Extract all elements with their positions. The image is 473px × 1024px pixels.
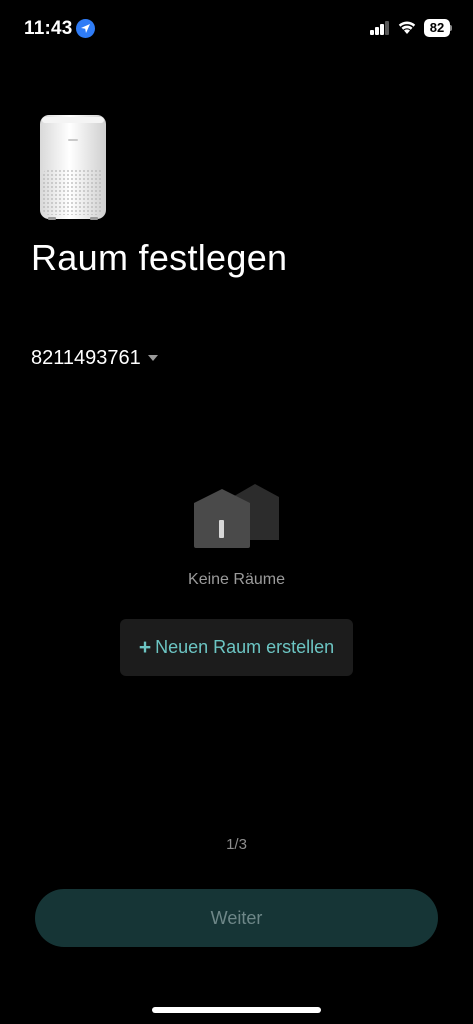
home-selector[interactable]: 8211493761 bbox=[31, 345, 158, 371]
home-id: 8211493761 bbox=[31, 346, 141, 369]
plus-icon: + bbox=[138, 636, 152, 659]
next-button-label: Weiter bbox=[210, 907, 263, 928]
wifi-icon bbox=[397, 19, 417, 40]
caret-down-icon bbox=[147, 355, 158, 361]
battery-icon: 82 bbox=[424, 19, 452, 37]
status-time: 11:43 bbox=[24, 18, 73, 39]
cellular-signal-icon bbox=[370, 21, 390, 35]
houses-icon bbox=[193, 484, 281, 550]
air-purifier-image bbox=[38, 113, 108, 223]
status-bar: 11:43 82 bbox=[0, 0, 473, 58]
home-indicator-bar[interactable] bbox=[152, 1007, 321, 1013]
location-arrow-icon bbox=[76, 19, 95, 38]
page-title: Raum festlegen bbox=[31, 237, 288, 278]
next-button[interactable]: Weiter bbox=[35, 889, 438, 947]
screen: 11:43 82 Raum festlegen 8211493761 Keine… bbox=[0, 0, 473, 1024]
empty-rooms-text: Keine Räume bbox=[188, 571, 285, 588]
create-room-label: Neuen Raum erstellen bbox=[155, 637, 335, 657]
battery-level: 82 bbox=[429, 20, 445, 35]
page-indicator: 1/3 bbox=[226, 836, 247, 853]
create-room-button[interactable]: + Neuen Raum erstellen bbox=[120, 619, 353, 676]
